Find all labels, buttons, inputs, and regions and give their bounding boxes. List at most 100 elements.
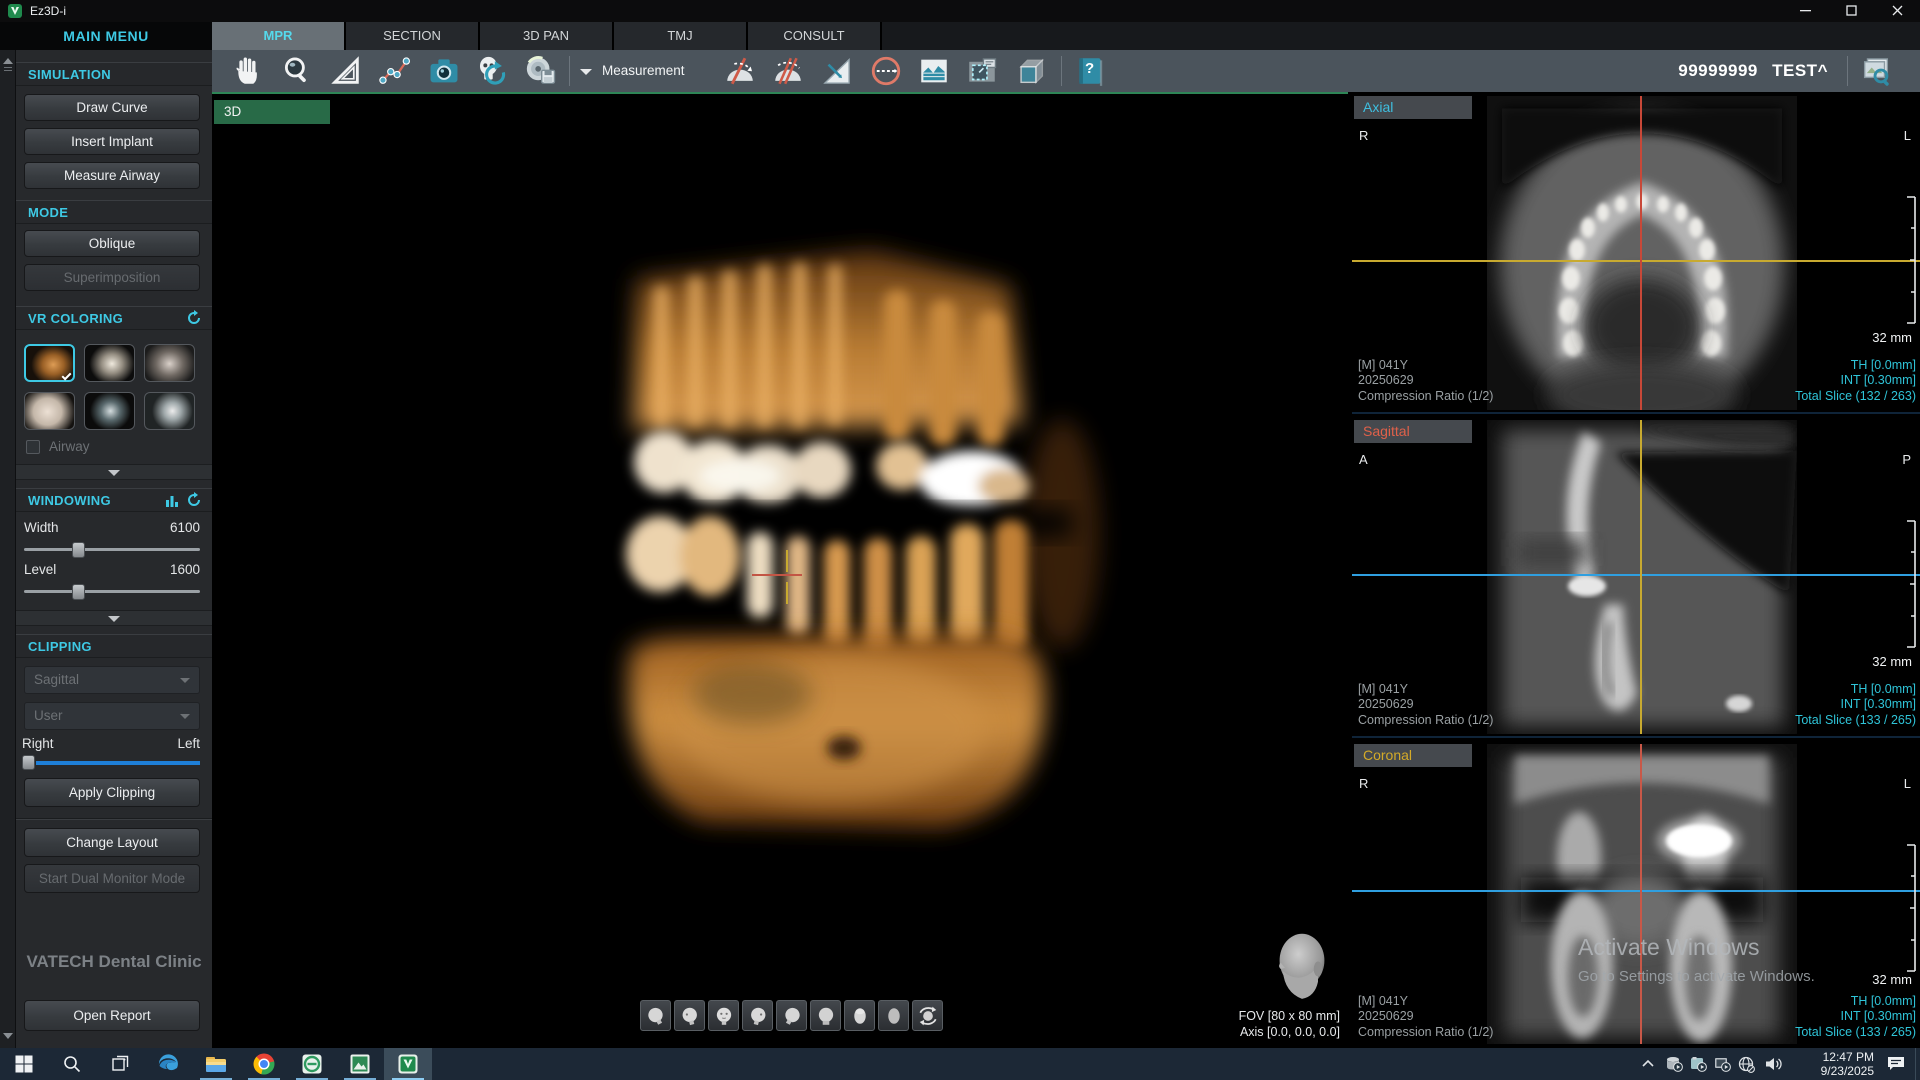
sidebar-scrollbar[interactable] [0, 50, 16, 1048]
insert-implant-button[interactable]: Insert Implant [24, 128, 200, 155]
rotate-view-button[interactable] [912, 1000, 943, 1031]
change-layout-button[interactable]: Change Layout [24, 828, 200, 857]
face-view-bottom-button[interactable] [878, 1000, 909, 1031]
action-center-icon[interactable] [1882, 1048, 1912, 1080]
windowing-collapse-bar[interactable] [16, 610, 212, 626]
image-viewer-app-icon[interactable] [336, 1048, 384, 1080]
apply-clipping-button[interactable]: Apply Clipping [24, 778, 200, 807]
face-view-front-button[interactable] [708, 1000, 739, 1031]
face-view-left-oblique-button[interactable] [640, 1000, 671, 1031]
vr-preset-bone-white[interactable] [84, 344, 135, 382]
ez3d-app-icon-active[interactable] [384, 1048, 432, 1080]
face-view-right-button[interactable] [742, 1000, 773, 1031]
vr-preset-custom-gear[interactable] [144, 392, 195, 430]
tray-capture-sync-icon[interactable] [1688, 1048, 1712, 1080]
open-report-button[interactable]: Open Report [24, 1000, 200, 1031]
start-button[interactable] [0, 1048, 48, 1080]
sagittal-crosshair-horizontal[interactable] [1352, 574, 1920, 576]
triple-angle-icon[interactable] [770, 54, 806, 88]
vr-preset-translucent[interactable] [144, 344, 195, 382]
tray-volume-icon[interactable] [1762, 1048, 1788, 1080]
profile-icon[interactable] [916, 54, 952, 88]
windowing-refresh-icon[interactable] [186, 492, 202, 508]
measurement-dropdown[interactable]: Measurement [580, 50, 685, 92]
axial-crosshair-horizontal[interactable] [1352, 260, 1920, 262]
clipping-mode-value: User [34, 708, 63, 723]
ezdent-app-icon[interactable] [288, 1048, 336, 1080]
axial-ct-image[interactable] [1487, 96, 1797, 410]
face-view-right-oblique-button[interactable] [776, 1000, 807, 1031]
axial-panel[interactable]: Axial R L 32 mm [M] 041Y20250629Compress… [1352, 92, 1920, 414]
vr-collapse-bar[interactable] [16, 464, 212, 480]
scroll-down-icon[interactable] [3, 1033, 13, 1039]
diameter-icon[interactable] [868, 54, 904, 88]
coronal-ct-image[interactable] [1487, 744, 1797, 1044]
coronal-crosshair-horizontal[interactable] [1352, 890, 1920, 892]
clipping-slider-thumb[interactable] [22, 755, 35, 770]
tab-section[interactable]: SECTION [346, 22, 480, 50]
tab-consult[interactable]: CONSULT [748, 22, 882, 50]
capture-icon[interactable] [426, 54, 462, 88]
axial-crosshair-vertical[interactable] [1640, 96, 1642, 410]
tab-tmj[interactable]: TMJ [614, 22, 748, 50]
help-icon[interactable]: ? [1072, 54, 1108, 88]
show-desktop-button[interactable] [1915, 1048, 1920, 1080]
taskbar-search-button[interactable] [48, 1048, 96, 1080]
face-view-left-button[interactable] [674, 1000, 705, 1031]
tray-database-sync-icon[interactable] [1664, 1048, 1688, 1080]
area-measure-icon[interactable] [819, 54, 855, 88]
sagittal-panel[interactable]: Sagittal A P 32 mm [M] 041Y20250629Compr… [1352, 416, 1920, 738]
pan-icon[interactable] [231, 54, 267, 88]
tray-chevron-up[interactable] [1636, 1048, 1662, 1080]
clipping-slider-track[interactable] [36, 761, 200, 765]
measure-airway-button[interactable]: Measure Airway [24, 162, 200, 189]
draw-curve-icon[interactable] [377, 54, 413, 88]
sagittal-title: Sagittal [1363, 423, 1410, 439]
close-button[interactable] [1874, 0, 1920, 22]
draw-curve-button[interactable]: Draw Curve [24, 94, 200, 121]
length-measure-icon[interactable] [328, 54, 364, 88]
histogram-icon[interactable] [164, 492, 180, 508]
image-browser-icon[interactable] [1858, 54, 1894, 88]
face-view-top-button[interactable] [844, 1000, 875, 1031]
superimposition-button: Superimposition [24, 264, 200, 291]
coronal-panel[interactable]: Coronal R L 32 mm Activate Windows Go to… [1352, 740, 1920, 1048]
task-view-button[interactable] [96, 1048, 144, 1080]
coronal-scale-ruler [1905, 844, 1917, 972]
level-slider-thumb[interactable] [72, 584, 85, 600]
viewport-3d[interactable]: 3D [212, 92, 1348, 1048]
windowing-section-header: WINDOWING [16, 488, 212, 512]
vr-preset-soft-tissue[interactable] [24, 392, 75, 430]
roi-note-icon[interactable] [964, 54, 1000, 88]
sagittal-crosshair-vertical[interactable] [1640, 420, 1642, 734]
volume-cube-icon[interactable] [1013, 54, 1049, 88]
width-slider-thumb[interactable] [72, 542, 85, 558]
minimize-button[interactable] [1782, 0, 1828, 22]
reset-view-icon[interactable] [474, 54, 510, 88]
level-slider-track[interactable] [24, 590, 200, 593]
scroll-up-icon[interactable] [3, 58, 13, 64]
title-bar: Ez3D-i [0, 0, 1920, 22]
taskbar-clock[interactable]: 12:47 PM 9/23/2025 [1798, 1048, 1874, 1080]
orientation-head-model[interactable] [1270, 932, 1334, 1006]
file-explorer-icon[interactable] [192, 1048, 240, 1080]
sagittal-ct-image[interactable] [1487, 420, 1797, 734]
face-view-back-button[interactable] [810, 1000, 841, 1031]
volume-render-teeth[interactable] [542, 224, 1122, 874]
tab-3d-pan[interactable]: 3D PAN [480, 22, 614, 50]
tray-network-globe-icon[interactable] [1736, 1048, 1760, 1080]
edge-browser-icon[interactable] [144, 1048, 192, 1080]
angle-icon[interactable] [722, 54, 758, 88]
width-slider-track[interactable] [24, 548, 200, 551]
oblique-button[interactable]: Oblique [24, 230, 200, 257]
coronal-crosshair-vertical[interactable] [1640, 744, 1642, 1044]
zoom-icon[interactable] [279, 54, 315, 88]
maximize-button[interactable] [1828, 0, 1874, 22]
tab-mpr[interactable]: MPR [212, 22, 346, 50]
save-export-icon[interactable] [523, 54, 559, 88]
tray-media-server-icon[interactable] [1712, 1048, 1736, 1080]
vr-preset-airway-ghost[interactable] [84, 392, 135, 430]
chrome-browser-icon[interactable] [240, 1048, 288, 1080]
vr-refresh-icon[interactable] [186, 310, 202, 326]
vr-preset-bone-color[interactable] [24, 344, 75, 382]
